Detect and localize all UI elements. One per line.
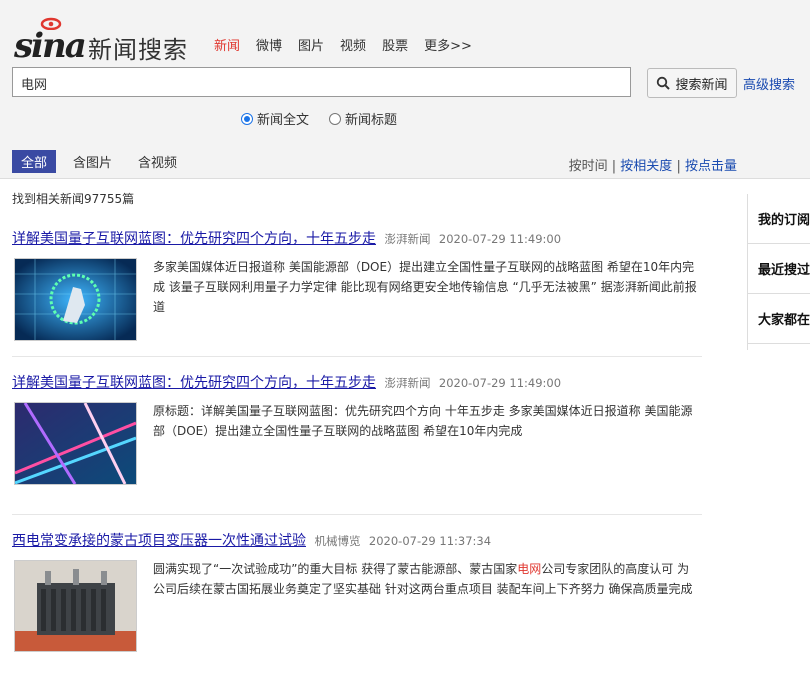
search-header: sina 新闻搜索 新闻 微博 图片 视频 股票 更多>> 电网 搜索新闻 高级… (0, 0, 810, 179)
result-headline: 西电常变承接的蒙古项目变压器一次性通过试验 机械博览 2020-07-29 11… (12, 530, 702, 550)
result-item: 西电常变承接的蒙古项目变压器一次性通过试验 机械博览 2020-07-29 11… (12, 515, 702, 676)
sort-by-relevance[interactable]: 按相关度 (620, 159, 672, 174)
radio-selected-icon (241, 112, 253, 125)
result-title-link[interactable]: 详解美国量子互联网蓝图：优先研究四个方向，十年五步走 (12, 231, 376, 247)
scope-title-radio[interactable]: 新闻标题 (329, 109, 397, 128)
result-summary: 原标题：详解美国量子互联网蓝图：优先研究四个方向 十年五步走 多家美国媒体近日报… (153, 404, 693, 438)
radio-unselected-icon (329, 112, 342, 125)
result-time: 2020-07-29 11:49:00 (438, 376, 562, 390)
sort-by-clicks[interactable]: 按点击量 (685, 159, 737, 174)
result-summary: 多家美国媒体近日报道称 美国能源部（DOE）提出建立全国性量子互联网的战略蓝图 … (153, 260, 697, 314)
result-headline: 详解美国量子互联网蓝图：优先研究四个方向，十年五步走 澎湃新闻 2020-07-… (12, 372, 702, 392)
result-source: 机械博览 (314, 534, 361, 548)
nav-weibo[interactable]: 微博 (256, 35, 282, 54)
result-item: 详解美国量子互联网蓝图：优先研究四个方向，十年五步走 澎湃新闻 2020-07-… (12, 357, 702, 515)
tab-all[interactable]: 全部 (12, 150, 57, 173)
category-nav: 新闻 微博 图片 视频 股票 更多>> (214, 35, 488, 54)
nav-video[interactable]: 视频 (340, 35, 366, 54)
sort-by-time[interactable]: 按时间 (569, 159, 608, 174)
media-filter-tabs: 全部 含图片 含视频 (12, 150, 194, 173)
result-time: 2020-07-29 11:37:34 (368, 534, 492, 548)
scope-fulltext-radio[interactable]: 新闻全文 (241, 109, 309, 128)
result-title-link[interactable]: 详解美国量子互联网蓝图：优先研究四个方向，十年五步走 (12, 375, 376, 391)
tab-with-video[interactable]: 含视频 (129, 150, 186, 173)
search-scope: 新闻全文 新闻标题 (241, 109, 417, 128)
keyword-highlight: 电网 (517, 562, 542, 576)
page-title: 新闻搜索 (88, 36, 188, 64)
sidebar-recent-searches[interactable]: 最近搜过 (748, 244, 810, 294)
scope-title-label: 新闻标题 (345, 113, 398, 128)
search-news-button[interactable]: 搜索新闻 (647, 68, 737, 98)
nav-more[interactable]: 更多>> (424, 35, 472, 54)
nav-news[interactable]: 新闻 (214, 35, 240, 54)
sort-separator: | (676, 159, 681, 174)
result-list: 详解美国量子互联网蓝图：优先研究四个方向，十年五步走 澎湃新闻 2020-07-… (12, 228, 702, 676)
sort-options: 按时间 | 按相关度 | 按点击量 (569, 155, 737, 174)
result-source: 澎湃新闻 (384, 232, 431, 246)
result-headline: 详解美国量子互联网蓝图：优先研究四个方向，十年五步走 澎湃新闻 2020-07-… (12, 228, 702, 248)
nav-stocks[interactable]: 股票 (382, 35, 408, 54)
right-sidebar: 我的订阅 最近搜过 大家都在搜 (747, 194, 810, 350)
result-thumbnail[interactable] (14, 258, 137, 341)
result-thumbnail[interactable] (14, 560, 137, 652)
tab-with-images[interactable]: 含图片 (64, 150, 121, 173)
result-thumbnail[interactable] (14, 402, 137, 485)
search-icon (657, 76, 671, 90)
sidebar-trending-searches[interactable]: 大家都在搜 (748, 294, 810, 344)
result-count: 找到相关新闻97755篇 (12, 192, 135, 206)
result-source: 澎湃新闻 (384, 376, 431, 390)
logo-wordmark: sina (14, 26, 87, 66)
advanced-search-link[interactable]: 高级搜索 (743, 74, 795, 93)
result-summary: 圆满实现了“一次试验成功”的重大目标 获得了蒙古能源部、蒙古国家电网公司专家团队… (153, 559, 701, 599)
result-time: 2020-07-29 11:49:00 (438, 232, 562, 246)
search-input[interactable]: 电网 (12, 67, 631, 97)
search-button-label: 搜索新闻 (675, 77, 728, 93)
result-item: 详解美国量子互联网蓝图：优先研究四个方向，十年五步走 澎湃新闻 2020-07-… (12, 228, 702, 357)
nav-images[interactable]: 图片 (298, 35, 324, 54)
sidebar-my-subscriptions[interactable]: 我的订阅 (748, 194, 810, 244)
result-title-link[interactable]: 西电常变承接的蒙古项目变压器一次性通过试验 (12, 533, 306, 549)
summary-text: 圆满实现了“一次试验成功”的重大目标 获得了蒙古能源部、蒙古国家 (153, 562, 518, 576)
sina-logo[interactable]: sina 新闻搜索 (14, 12, 194, 66)
scope-fulltext-label: 新闻全文 (257, 113, 310, 128)
sort-separator: | (611, 159, 617, 174)
